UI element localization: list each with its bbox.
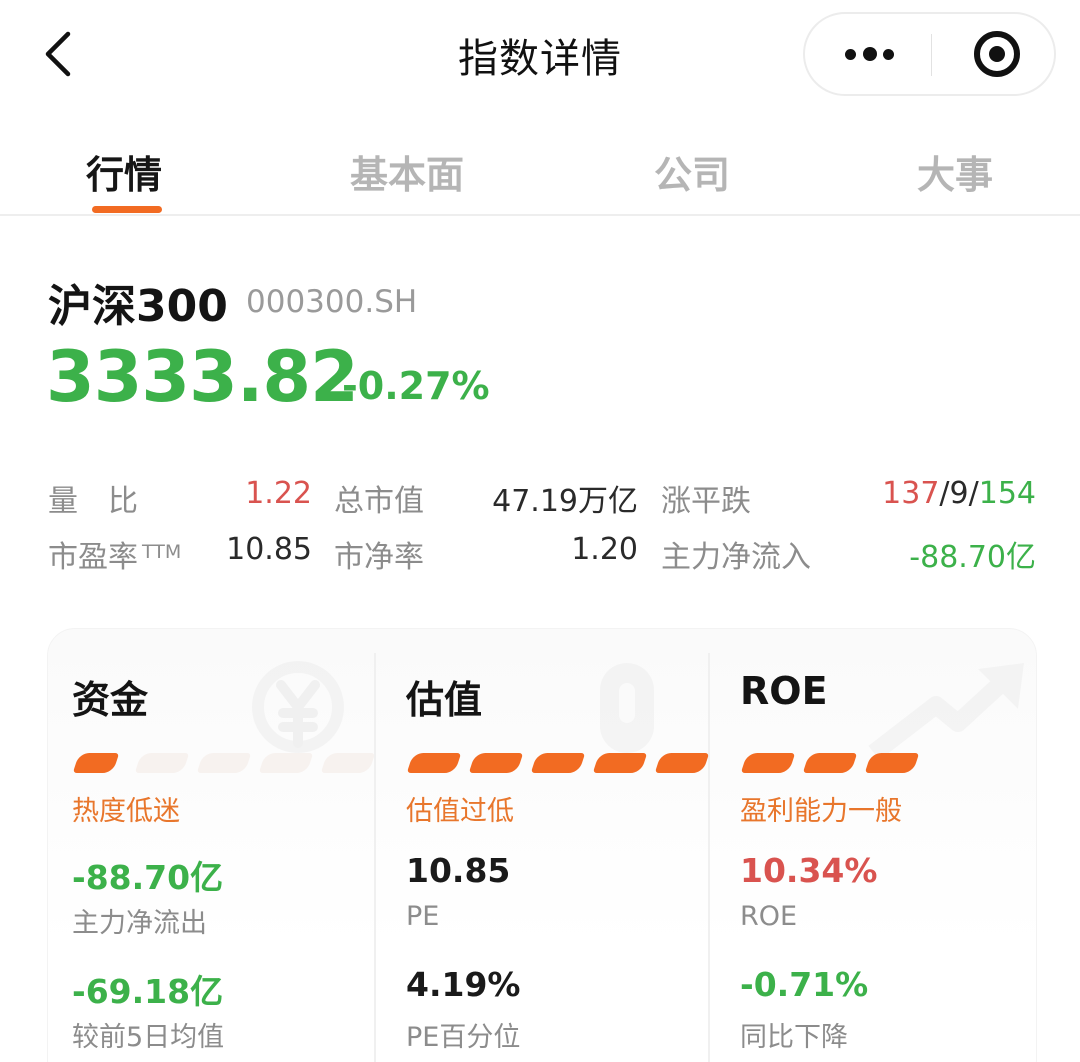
index-price: 3333.82 bbox=[46, 336, 359, 418]
level-segment-filled bbox=[592, 753, 648, 773]
roe-level-bar bbox=[740, 753, 1012, 773]
level-segment-filled bbox=[802, 753, 858, 773]
metrics-card: 资金 热度低迷 -88.70亿 主力净流出 -69.18亿 较前5日均值 估值 … bbox=[47, 628, 1037, 1062]
flat-count: 9 bbox=[949, 476, 969, 511]
level-segment-empty bbox=[258, 753, 314, 773]
index-code: 000300.SH bbox=[246, 284, 418, 320]
funds-main-outflow-value: -88.70亿 bbox=[72, 858, 224, 897]
main-flow-value: -88.70亿 bbox=[909, 540, 1036, 575]
roe-title: ROE bbox=[740, 669, 828, 713]
level-segment-filled bbox=[740, 753, 796, 773]
market-cap-label: 总市值 bbox=[334, 484, 424, 519]
level-segment-filled bbox=[468, 753, 524, 773]
funds-5day-compare-value: -69.18亿 bbox=[72, 972, 224, 1011]
roe-status: 盈利能力一般 bbox=[740, 796, 902, 827]
funds-main-outflow-label: 主力净流出 bbox=[72, 908, 207, 939]
advance-count: 137 bbox=[882, 476, 940, 511]
decline-count: 154 bbox=[978, 476, 1036, 511]
card-divider bbox=[374, 653, 376, 1062]
level-segment-empty bbox=[134, 753, 190, 773]
level-segment-filled bbox=[530, 753, 586, 773]
valuation-status: 估值过低 bbox=[406, 796, 514, 827]
tab-company[interactable]: 公司 bbox=[654, 144, 730, 199]
tab-market[interactable]: 行情 bbox=[86, 144, 162, 199]
level-segment-filled bbox=[864, 753, 920, 773]
thermometer-icon bbox=[600, 663, 654, 753]
index-change-percent: -0.27% bbox=[342, 364, 490, 408]
card-divider bbox=[708, 653, 710, 1062]
separator: / bbox=[939, 476, 950, 511]
mini-program-capsule bbox=[803, 12, 1056, 96]
pb-label: 市净率 bbox=[334, 540, 424, 575]
nav-bar: 指数详情 bbox=[0, 0, 1080, 108]
pb-value: 1.20 bbox=[571, 532, 638, 567]
advance-decline-value: 137/9/154 bbox=[882, 476, 1036, 511]
funds-title: 资金 bbox=[72, 678, 149, 722]
funds-status: 热度低迷 bbox=[72, 796, 180, 827]
more-dots-icon-right bbox=[883, 49, 894, 60]
advance-decline-label: 涨平跌 bbox=[661, 484, 751, 519]
volume-ratio-value: 1.22 bbox=[245, 476, 312, 511]
level-segment-filled bbox=[72, 753, 120, 773]
valuation-metric[interactable]: 估值 估值过低 10.85 PE 4.19% PE百分位 bbox=[382, 629, 710, 1062]
pe-label: PE bbox=[406, 901, 440, 932]
funds-metric[interactable]: 资金 热度低迷 -88.70亿 主力净流出 -69.18亿 较前5日均值 bbox=[48, 629, 376, 1062]
roe-yoy-value: -0.71% bbox=[740, 965, 869, 1004]
roe-label: ROE bbox=[740, 901, 798, 932]
level-segment-empty bbox=[320, 753, 376, 773]
tab-events[interactable]: 大事 bbox=[917, 144, 993, 199]
more-dots-icon bbox=[845, 49, 856, 60]
separator: / bbox=[968, 476, 979, 511]
valuation-level-bar bbox=[406, 753, 710, 773]
level-segment-empty bbox=[196, 753, 252, 773]
more-dots-icon-center bbox=[863, 47, 877, 61]
volume-ratio-label: 量 比 bbox=[48, 484, 138, 519]
pe-percentile-value: 4.19% bbox=[406, 965, 521, 1004]
funds-5day-compare-label: 较前5日均值 bbox=[72, 1022, 225, 1053]
trend-up-arrow-icon bbox=[868, 663, 1024, 757]
pe-ttm-label: 市盈率 TTM bbox=[48, 532, 181, 576]
roe-yoy-label: 同比下降 bbox=[740, 1022, 848, 1053]
target-close-icon-core bbox=[989, 46, 1005, 62]
pe-ttm-value: 10.85 bbox=[226, 532, 312, 567]
pe-percentile-label: PE百分位 bbox=[406, 1022, 521, 1053]
market-cap-value: 47.19万亿 bbox=[492, 484, 638, 519]
active-tab-indicator bbox=[92, 206, 162, 213]
roe-value: 10.34% bbox=[740, 851, 878, 890]
pe-value: 10.85 bbox=[406, 851, 511, 890]
level-segment-filled bbox=[406, 753, 462, 773]
tab-fundamentals[interactable]: 基本面 bbox=[350, 144, 464, 199]
more-button[interactable] bbox=[805, 14, 931, 94]
close-miniprogram-button[interactable] bbox=[932, 14, 1056, 94]
level-segment-filled bbox=[654, 753, 710, 773]
roe-metric[interactable]: ROE 盈利能力一般 10.34% ROE -0.71% 同比下降 bbox=[716, 629, 1041, 1062]
index-name: 沪深300 bbox=[48, 281, 228, 332]
tab-bar: 行情 基本面 公司 大事 bbox=[0, 108, 1080, 216]
pe-ttm-label-text: 市盈率 bbox=[48, 540, 138, 575]
valuation-title: 估值 bbox=[406, 678, 483, 722]
ttm-superscript: TTM bbox=[142, 541, 182, 563]
main-flow-label: 主力净流入 bbox=[661, 540, 811, 575]
funds-heat-bar bbox=[72, 753, 376, 773]
yen-refresh-icon bbox=[252, 661, 344, 753]
